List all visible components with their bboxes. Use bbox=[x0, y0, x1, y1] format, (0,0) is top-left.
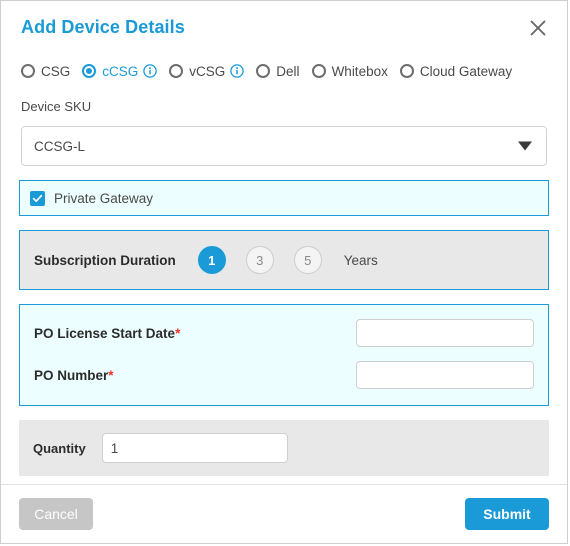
po-license-start-date-row: PO License Start Date* bbox=[34, 315, 534, 351]
required-marker: * bbox=[108, 367, 114, 383]
device-sku-label: Device SKU bbox=[21, 99, 92, 114]
dialog-footer: Cancel Submit bbox=[1, 484, 567, 543]
close-icon[interactable] bbox=[525, 15, 551, 41]
po-number-row: PO Number* bbox=[34, 357, 534, 393]
private-gateway-panel: Private Gateway bbox=[19, 180, 549, 216]
po-number-input[interactable] bbox=[356, 361, 534, 389]
po-license-start-date-label: PO License Start Date* bbox=[34, 325, 181, 341]
radio-icon bbox=[399, 64, 414, 78]
private-gateway-row[interactable]: Private Gateway bbox=[20, 181, 548, 215]
radio-label: vCSG bbox=[189, 63, 226, 79]
dialog-header: Add Device Details bbox=[1, 1, 567, 53]
quantity-row: Quantity bbox=[19, 420, 549, 476]
subscription-duration-row: Subscription Duration 1 3 5 Years bbox=[20, 231, 548, 289]
po-details-panel: PO License Start Date* PO Number* bbox=[19, 304, 549, 406]
radio-label: Whitebox bbox=[331, 63, 388, 79]
duration-option-1[interactable]: 1 bbox=[197, 246, 226, 274]
radio-option-cloud-gateway[interactable]: Cloud Gateway bbox=[399, 63, 513, 79]
info-icon[interactable] bbox=[230, 64, 245, 78]
po-number-label: PO Number* bbox=[34, 367, 114, 383]
radio-label: CSG bbox=[41, 63, 71, 79]
duration-option-5[interactable]: 5 bbox=[293, 246, 322, 274]
device-sku-value: CCSG-L bbox=[34, 138, 86, 154]
private-gateway-label: Private Gateway bbox=[54, 190, 154, 206]
subscription-duration-panel: Subscription Duration 1 3 5 Years bbox=[19, 230, 549, 290]
device-sku-select[interactable]: CCSG-L bbox=[21, 126, 547, 166]
po-license-start-date-input[interactable] bbox=[356, 319, 534, 347]
radio-option-csg[interactable]: CSG bbox=[21, 64, 70, 79]
subscription-duration-label: Subscription Duration bbox=[34, 252, 176, 268]
radio-option-vcsg[interactable]: vCSG bbox=[169, 63, 245, 79]
duration-option-3[interactable]: 3 bbox=[245, 246, 274, 274]
required-marker: * bbox=[175, 325, 181, 341]
radio-option-dell[interactable]: Dell bbox=[256, 63, 300, 79]
radio-icon bbox=[311, 64, 326, 78]
chevron-down-icon bbox=[518, 141, 532, 151]
radio-label: cCSG bbox=[102, 63, 139, 79]
page-title: Add Device Details bbox=[21, 16, 185, 37]
info-icon[interactable] bbox=[143, 64, 158, 78]
cancel-button[interactable]: Cancel bbox=[19, 498, 93, 530]
radio-option-ccsg[interactable]: cCSG bbox=[82, 63, 158, 79]
quantity-input[interactable] bbox=[101, 433, 288, 463]
radio-icon bbox=[82, 64, 97, 78]
quantity-panel: Quantity bbox=[19, 420, 549, 476]
radio-icon bbox=[169, 64, 184, 78]
radio-option-whitebox[interactable]: Whitebox bbox=[311, 63, 388, 79]
radio-icon bbox=[21, 64, 35, 78]
radio-label: Cloud Gateway bbox=[419, 63, 513, 79]
device-type-radio-group: CSG cCSG vCSG Dell Whitebox Cloud Gatewa… bbox=[1, 53, 567, 85]
submit-button[interactable]: Submit bbox=[465, 498, 549, 530]
duration-unit-label: Years bbox=[343, 252, 378, 268]
private-gateway-checkbox[interactable] bbox=[30, 190, 45, 206]
add-device-details-dialog: Add Device Details CSG cCSG vCSG Dell Wh… bbox=[0, 0, 568, 544]
quantity-label: Quantity bbox=[33, 440, 86, 456]
radio-icon bbox=[256, 64, 271, 78]
radio-label: Dell bbox=[276, 63, 300, 79]
